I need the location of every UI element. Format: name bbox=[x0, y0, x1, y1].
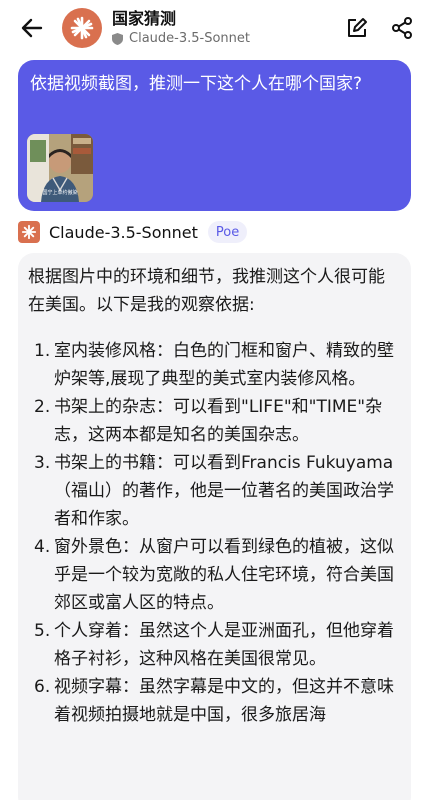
user-message-bubble[interactable]: 依据视频截图，推测一下这个人在哪个国家? 国宁上单约傲染 bbox=[18, 60, 411, 211]
list-item: 4. 窗外景色：从窗户可以看到绿色的植被，这似乎是一个较为宽敞的私人住宅环境，符… bbox=[28, 533, 401, 617]
back-button[interactable] bbox=[18, 14, 46, 42]
list-item: 6. 视频字幕：虽然字幕是中文的，但这并不意味着视频拍摄地就是中国，很多旅居海 bbox=[28, 673, 401, 729]
list-item-text: 个人穿着：虽然这个人是亚洲面孔，但他穿着格子衬衫，这种风格在美国很常见。 bbox=[54, 621, 394, 669]
edit-button[interactable] bbox=[345, 16, 369, 40]
bot-answer-bubble[interactable]: 根据图片中的环境和细节，我推测这个人很可能在美国。以下是我的观察依据: 1. 室… bbox=[18, 253, 411, 800]
share-icon bbox=[392, 17, 412, 39]
list-item-text: 书架上的杂志：可以看到"LIFE"和"TIME"杂志，这两本都是知名的美国杂志。 bbox=[54, 397, 383, 445]
bot-name[interactable]: Claude-3.5-Sonnet bbox=[49, 223, 198, 242]
answer-points-list: 1. 室内装修风格：白色的门框和窗户、精致的壁炉架等,展现了典型的美式室内装修风… bbox=[28, 337, 401, 729]
title-block[interactable]: 国家猜测 Claude-3.5-Sonnet bbox=[112, 9, 250, 47]
list-item-number: 1. bbox=[34, 341, 51, 361]
list-item-text: 视频字幕：虽然字幕是中文的，但这并不意味着视频拍摄地就是中国，很多旅居海 bbox=[54, 677, 394, 725]
list-item-number: 6. bbox=[34, 677, 51, 697]
edit-icon bbox=[348, 18, 367, 37]
claude-logo-icon bbox=[21, 224, 37, 240]
list-item-number: 2. bbox=[34, 397, 51, 417]
list-item-number: 4. bbox=[34, 537, 51, 557]
bot-avatar-small[interactable] bbox=[18, 221, 40, 243]
list-item-text: 室内装修风格：白色的门框和窗户、精致的壁炉架等,展现了典型的美式室内装修风格。 bbox=[54, 341, 394, 389]
share-button[interactable] bbox=[390, 16, 414, 40]
list-item: 3. 书架上的书籍：可以看到Francis Fukuyama（福山）的著作，他是… bbox=[28, 449, 401, 533]
thumbnail-caption: 国宁上单约傲染 bbox=[42, 190, 78, 196]
video-screenshot-thumbnail[interactable]: 国宁上单约傲染 bbox=[27, 134, 93, 202]
bot-subtitle: Claude-3.5-Sonnet bbox=[112, 31, 250, 47]
bot-model-name: Claude-3.5-Sonnet bbox=[129, 31, 250, 46]
list-item-number: 5. bbox=[34, 621, 51, 641]
user-message-text: 依据视频截图，推测一下这个人在哪个国家? bbox=[30, 74, 363, 94]
poe-badge: Poe bbox=[207, 221, 248, 243]
list-item-number: 3. bbox=[34, 453, 51, 473]
bot-avatar[interactable] bbox=[62, 8, 102, 48]
answer-intro: 根据图片中的环境和细节，我推测这个人很可能在美国。以下是我的观察依据: bbox=[28, 267, 385, 315]
list-item: 1. 室内装修风格：白色的门框和窗户、精致的壁炉架等,展现了典型的美式室内装修风… bbox=[28, 337, 401, 393]
list-item-text: 窗外景色：从窗户可以看到绿色的植被，这似乎是一个较为宽敞的私人住宅环境，符合美国… bbox=[54, 537, 394, 613]
shield-icon bbox=[112, 33, 123, 45]
claude-logo-icon bbox=[70, 16, 94, 40]
list-item: 5. 个人穿着：虽然这个人是亚洲面孔，但他穿着格子衬衫，这种风格在美国很常见。 bbox=[28, 617, 401, 673]
bot-header: Claude-3.5-Sonnet Poe bbox=[18, 219, 248, 245]
back-arrow-icon bbox=[21, 18, 43, 38]
list-item: 2. 书架上的杂志：可以看到"LIFE"和"TIME"杂志，这两本都是知名的美国… bbox=[28, 393, 401, 449]
chat-title: 国家猜测 bbox=[112, 9, 177, 28]
top-bar: 国家猜测 Claude-3.5-Sonnet bbox=[0, 0, 429, 56]
list-item-text: 书架上的书籍：可以看到Francis Fukuyama（福山）的著作，他是一位著… bbox=[54, 453, 394, 529]
